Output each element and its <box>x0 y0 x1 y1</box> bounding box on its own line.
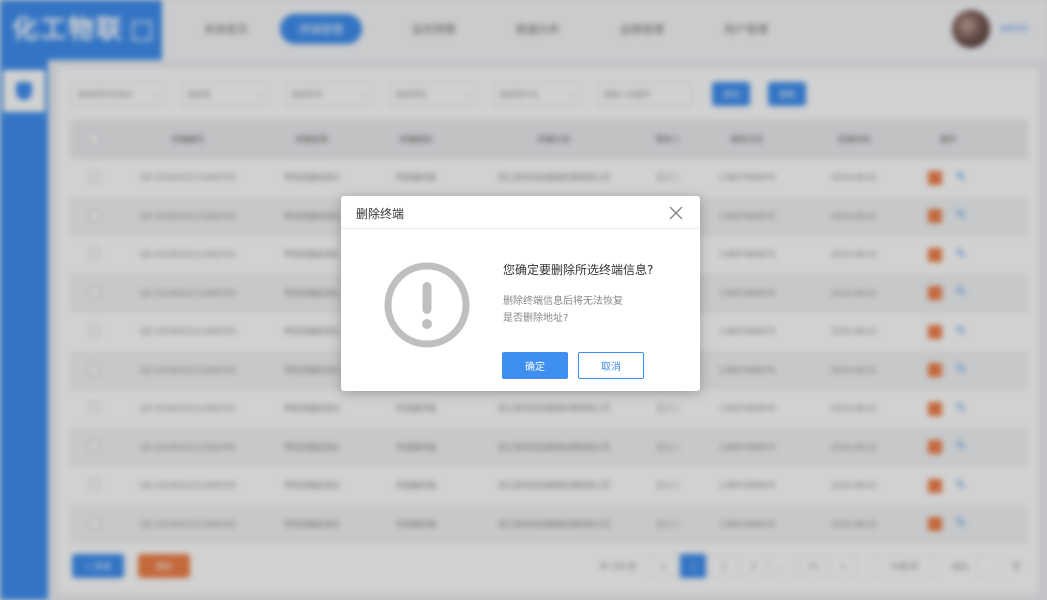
delete-terminal-dialog: 删除终端 您确定要删除所选终端信息? 删除终端信息后将无法恢复 是否删除地址? … <box>341 196 700 391</box>
confirm-button[interactable]: 确定 <box>502 352 568 379</box>
dialog-description-line2: 是否删除地址? <box>503 313 569 324</box>
dialog-header: 删除终端 <box>341 196 700 229</box>
close-icon[interactable] <box>668 205 684 221</box>
dialog-title: 删除终端 <box>356 207 405 221</box>
cancel-button[interactable]: 取消 <box>578 352 644 379</box>
dialog-description-line1: 删除终端信息后将无法恢复 <box>503 296 623 307</box>
exclamation-circle-icon <box>384 262 470 348</box>
dialog-question: 您确定要删除所选终端信息? <box>503 263 654 277</box>
